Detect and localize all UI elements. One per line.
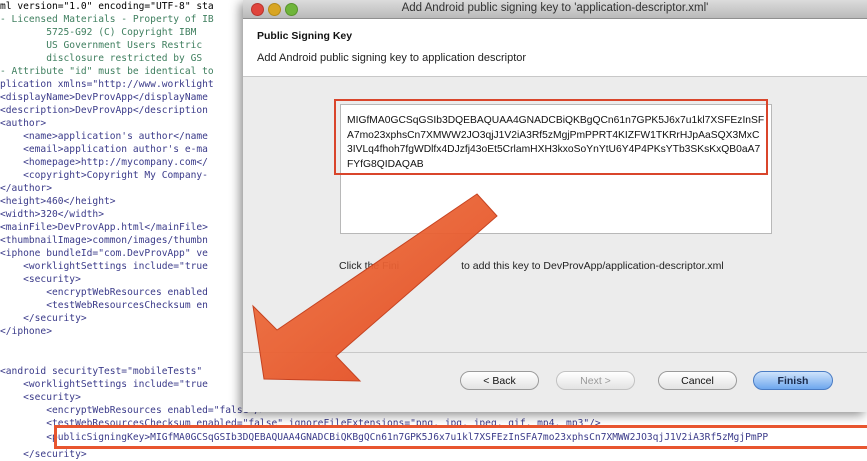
editor-line: <width>320</width> (0, 209, 104, 220)
dialog-titlebar[interactable]: Add Android public signing key to 'appli… (243, 0, 867, 19)
instruction-prefix: Click the Fini (339, 260, 400, 272)
editor-line: <height>460</height> (0, 196, 116, 207)
instruction-suffix: to add this key to DevProvApp/applicatio… (461, 260, 724, 272)
editor-line: ml version="1.0" encoding="UTF-8" sta (0, 1, 214, 12)
editor-line: <android securityTest="mobileTests" (0, 366, 203, 377)
editor-line: </security> (0, 313, 87, 324)
wizard-header: Public Signing Key Add Android public si… (243, 19, 867, 77)
editor-line: <copyright>Copyright My Company- (0, 170, 208, 181)
editor-line: <homepage>http://mycompany.com</ (0, 157, 208, 168)
editor-line: plication xmlns="http://www.worklight (0, 79, 214, 90)
editor-line: <name>application's author</name (0, 131, 208, 142)
signing-key-dialog: Add Android public signing key to 'appli… (243, 0, 867, 412)
editor-line: 5725-G92 (C) Copyright IBM (0, 27, 197, 38)
code-highlight-box (54, 425, 867, 449)
editor-line: <thumbnailImage>common/images/thumbn (0, 235, 208, 246)
editor-line: <mainFile>DevProvApp.html</mainFile> (0, 222, 208, 233)
editor-line: <encryptWebResources enabled (0, 287, 208, 298)
window-title: Add Android public signing key to 'appli… (401, 2, 709, 14)
editor-line: US Government Users Restric (0, 40, 203, 51)
editor-line: <worklightSettings include="true (0, 379, 208, 390)
editor-line: <description>DevProvApp</description (0, 105, 208, 116)
editor-line: </security> (0, 449, 87, 460)
key-highlight-box (334, 99, 768, 175)
wizard-page-title: Public Signing Key (257, 30, 353, 42)
wizard-page-description: Add Android public signing key to applic… (257, 52, 527, 64)
next-button[interactable]: Next > (556, 371, 635, 390)
editor-line: <displayName>DevProvApp</displayName (0, 92, 208, 103)
editor-line: <security> (0, 392, 81, 403)
editor-line: <author> (0, 118, 47, 129)
finish-button[interactable]: Finish (753, 371, 833, 390)
editor-line: </iphone> (0, 326, 52, 337)
instruction-text: Click the Fini to add this key to DevProv… (339, 260, 724, 272)
editor-line: - Licensed Materials - Property of IB (0, 14, 214, 25)
footer-divider (243, 352, 867, 353)
editor-line: disclosure restricted by GS (0, 53, 203, 64)
editor-line: <testWebResourcesChecksum en (0, 300, 208, 311)
editor-line: <security> (0, 274, 81, 285)
editor-line: <worklightSettings include="true (0, 261, 208, 272)
cancel-button[interactable]: Cancel (658, 371, 737, 390)
back-button[interactable]: < Back (460, 371, 539, 390)
editor-line: <email>application author's e-ma (0, 144, 208, 155)
editor-line: <encryptWebResources enabled="false"/> (0, 405, 266, 416)
editor-line: <iphone bundleId="com.DevProvApp" ve (0, 248, 208, 259)
editor-line: - Attribute "id" must be identical to (0, 66, 214, 77)
editor-line: </author> (0, 183, 52, 194)
